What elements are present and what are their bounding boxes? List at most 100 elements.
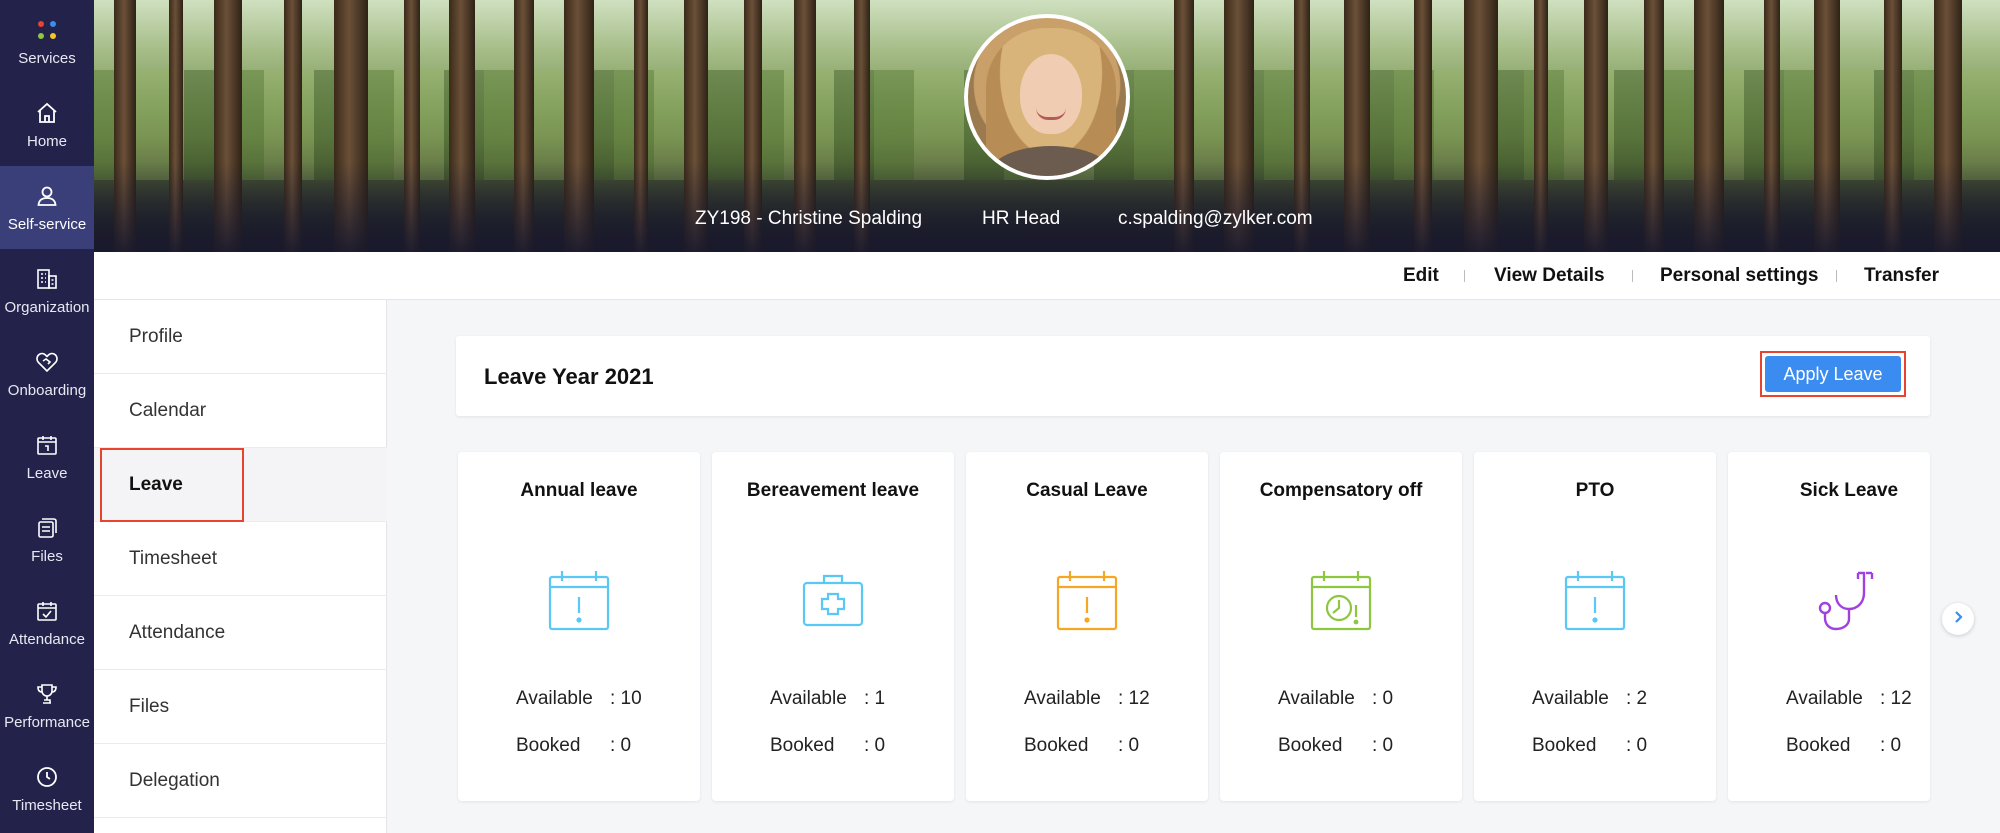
subnav-label: Delegation [129,770,220,791]
subnav-label: Profile [129,326,183,347]
rail-item-home[interactable]: Home [0,83,94,166]
rail-label: Attendance [9,631,85,648]
available-row: Available: 0 [1278,688,1394,709]
files-icon [33,514,61,542]
divider [1632,270,1633,282]
available-value: : 12 [1118,688,1150,709]
calendar-check-icon [33,597,61,625]
leave-year-title: Leave Year 2021 [484,364,654,389]
rail-item-timesheet[interactable]: Timesheet [0,747,94,830]
rail-item-organization[interactable]: Organization [0,249,94,332]
booked-row: Booked: 0 [770,735,886,756]
left-app-rail: Services Home Self-service Organization … [0,0,94,833]
profile-avatar[interactable] [964,14,1130,180]
building-icon [33,265,61,293]
rail-label: Self-service [7,216,87,233]
available-row: Available: 10 [516,688,642,709]
transfer-link[interactable]: Transfer [1864,265,1939,287]
clock-icon [33,763,61,791]
rail-item-self-service[interactable]: Self-service [0,166,94,249]
subnav-label: Files [129,696,170,717]
home-icon [33,99,61,127]
booked-value: : 0 [1372,735,1394,756]
handshake-icon [33,348,61,376]
rail-label: Files [31,548,63,565]
rail-label: Leave [26,465,68,482]
available-value: : 0 [1372,688,1394,709]
booked-value: : 0 [864,735,886,756]
employee-id-name: ZY198 - Christine Spalding [695,208,923,229]
leave-card-sick[interactable]: Sick Leave Available: 12 Booked: 0 [1728,452,1930,801]
rail-label: Timesheet [12,797,82,814]
calendar-alert-icon [1557,562,1633,638]
rail-label: Home [26,133,67,150]
rail-item-files[interactable]: Files [0,498,94,581]
calendar-alert-icon [1049,562,1125,638]
self-service-subnav: Profile Calendar Leave Timesheet Attenda… [94,300,387,833]
available-value: : 12 [1880,688,1912,709]
subnav-item-timesheet[interactable]: Timesheet [94,522,387,596]
subnav-item-attendance[interactable]: Attendance [94,596,387,670]
booked-value: : 0 [1626,735,1648,756]
available-row: Available: 12 [1024,688,1150,709]
subnav-label: Attendance [129,622,226,643]
rail-item-services[interactable]: Services [0,0,94,83]
rail-label: Services [18,50,76,67]
booked-row: Booked: 0 [1532,735,1648,756]
booked-row: Booked: 0 [516,735,632,756]
leave-card-casual[interactable]: Casual Leave Available: 12 Booked: 0 [966,452,1208,801]
view-details-link[interactable]: View Details [1494,265,1605,287]
booked-value: : 0 [610,735,632,756]
calendar-icon [33,431,61,459]
subnav-label: Leave [129,474,183,495]
chevron-right-icon [1951,610,1965,629]
rail-label: Onboarding [7,382,87,399]
available-row: Available: 2 [1532,688,1648,709]
calendar-alert-icon [541,562,617,638]
available-row: Available: 12 [1786,688,1912,709]
subnav-item-profile[interactable]: Profile [94,300,387,374]
subnav-item-calendar[interactable]: Calendar [94,374,387,448]
rail-item-performance[interactable]: Performance [0,664,94,747]
available-value: : 10 [610,688,642,709]
booked-row: Booked: 0 [1278,735,1394,756]
booked-value: : 0 [1118,735,1140,756]
leave-type-name: Compensatory off [1259,480,1423,501]
divider [1464,270,1465,282]
booked-row: Booked: 0 [1786,735,1902,756]
apply-leave-button[interactable]: Apply Leave [1765,356,1901,392]
edit-link[interactable]: Edit [1403,265,1439,287]
rail-label: Organization [4,299,90,316]
next-cards-button[interactable] [1942,603,1974,635]
divider [1836,270,1837,282]
leave-type-name: Bereavement leave [746,480,920,501]
leave-card-bereavement[interactable]: Bereavement leave Available: 1 Booked: 0 [712,452,954,801]
leave-type-name: Sick Leave [1799,480,1899,501]
leave-card-compensatory[interactable]: Compensatory off Available: 0 Booked: 0 [1220,452,1462,801]
subnav-item-files[interactable]: Files [94,670,387,744]
rail-item-onboarding[interactable]: Onboarding [0,332,94,415]
rail-item-leave[interactable]: Leave [0,415,94,498]
subnav-label: Calendar [129,400,207,421]
medical-kit-icon [795,562,871,638]
trophy-icon [33,680,61,708]
subnav-item-delegation[interactable]: Delegation [94,744,387,818]
rail-item-attendance[interactable]: Attendance [0,581,94,664]
available-value: : 1 [864,688,886,709]
available-row: Available: 1 [770,688,886,709]
employee-email: c.spalding@zylker.com [1118,208,1313,229]
leave-card-pto[interactable]: PTO Available: 2 Booked: 0 [1474,452,1716,801]
leave-type-name: Casual Leave [1026,480,1148,501]
personal-settings-link[interactable]: Personal settings [1660,265,1818,287]
leave-type-name: Annual leave [520,480,638,501]
rail-label: Performance [4,714,90,731]
leave-year-card: Leave Year 2021 [456,336,1930,416]
services-dots-icon [33,16,61,44]
leave-type-name: PTO [1575,480,1615,501]
user-icon [33,182,61,210]
calendar-clock-icon [1303,562,1379,638]
booked-row: Booked: 0 [1024,735,1140,756]
leave-card-annual[interactable]: Annual leave Available: 10 Booked: 0 [458,452,700,801]
subnav-item-leave[interactable]: Leave [94,448,387,522]
available-value: : 2 [1626,688,1648,709]
